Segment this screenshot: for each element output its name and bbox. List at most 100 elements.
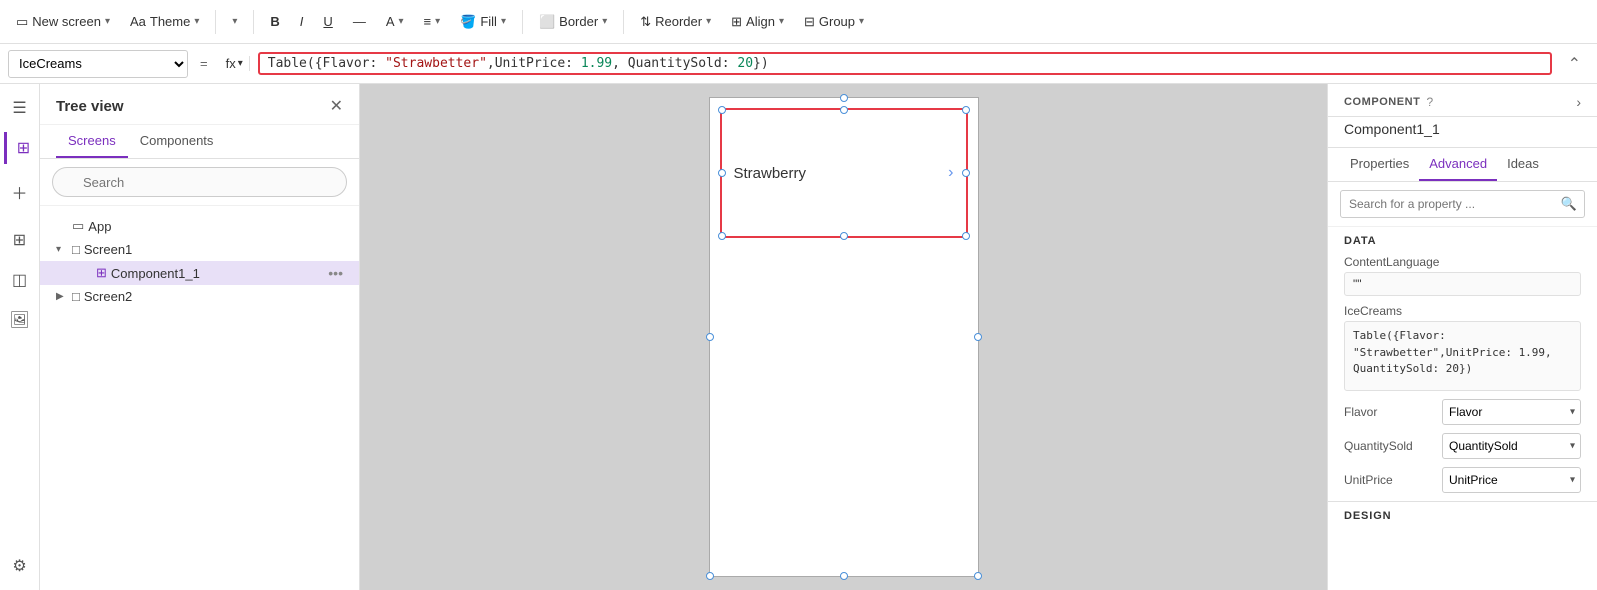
tree-item-label: Component1_1 bbox=[111, 266, 324, 281]
layers-button[interactable]: ⊞ bbox=[4, 132, 36, 164]
main-area: ☰ ⊞ ＋ ⊞ ◫ 🖼 ⚙ Tree view ✕ Screens Compon… bbox=[0, 84, 1597, 590]
chevron-down-icon: ▾ bbox=[859, 16, 864, 27]
unit-price-select-wrapper: UnitPrice ▾ bbox=[1442, 467, 1581, 493]
list-item[interactable]: ⊞ Component1_1 ••• bbox=[40, 261, 359, 285]
formula-expand-button[interactable]: ⌃ bbox=[1560, 54, 1589, 74]
group-button[interactable]: ⊟ Group ▾ bbox=[796, 10, 872, 34]
resize-handle-top-right[interactable] bbox=[962, 106, 970, 114]
align-text-icon: ≡ bbox=[424, 14, 432, 29]
resize-handle-bottom-right[interactable] bbox=[974, 572, 982, 580]
right-panel: COMPONENT ? › Component1_1 Properties Ad… bbox=[1327, 84, 1597, 590]
new-screen-button[interactable]: ▭ New screen ▾ bbox=[8, 10, 118, 34]
strikethrough-button[interactable]: — bbox=[345, 10, 374, 33]
help-icon[interactable]: ? bbox=[1426, 95, 1433, 109]
tab-properties[interactable]: Properties bbox=[1340, 148, 1419, 181]
underline-button[interactable]: U bbox=[315, 10, 340, 33]
property-search-input[interactable] bbox=[1340, 190, 1585, 218]
theme-button[interactable]: Aa Theme ▾ bbox=[122, 10, 207, 33]
quantity-sold-row: QuantitySold QuantitySold ▾ bbox=[1328, 429, 1597, 463]
tree-item-label: Screen2 bbox=[84, 289, 343, 304]
theme-icon: Aa bbox=[130, 14, 146, 29]
resize-handle-middle-right[interactable] bbox=[962, 169, 970, 177]
fill-button[interactable]: 🪣 Fill ▾ bbox=[452, 10, 514, 34]
tree-search-input[interactable] bbox=[52, 167, 347, 197]
fx-label: fx ▾ bbox=[220, 56, 250, 71]
property-search-area: 🔍 bbox=[1328, 182, 1597, 227]
resize-handle-bottom-right[interactable] bbox=[962, 232, 970, 240]
tree-items: ▭ App ▾ □ Screen1 ⊞ Component1_1 ••• ▶ □… bbox=[40, 206, 359, 590]
chevron-down-icon: ▾ bbox=[706, 16, 711, 27]
list-item[interactable]: ▶ □ Screen2 bbox=[40, 285, 359, 308]
formula-input[interactable]: Table({Flavor: "Strawbetter",UnitPrice: … bbox=[258, 52, 1552, 75]
tree-view-title: Tree view bbox=[56, 98, 124, 115]
tree-close-button[interactable]: ✕ bbox=[330, 96, 343, 116]
resize-handle-right[interactable] bbox=[974, 333, 982, 341]
resize-handle-bottom-center[interactable] bbox=[840, 232, 848, 240]
data-section-title: DATA bbox=[1328, 227, 1597, 251]
list-item[interactable]: ▭ App bbox=[40, 214, 359, 238]
settings-button[interactable]: ⚙ bbox=[4, 550, 36, 582]
sidebar-icons: ☰ ⊞ ＋ ⊞ ◫ 🖼 ⚙ bbox=[0, 84, 40, 590]
resize-handle-bottom-left[interactable] bbox=[706, 572, 714, 580]
content-language-field: ContentLanguage "" bbox=[1328, 251, 1597, 300]
tree-search-area: 🔍 bbox=[40, 159, 359, 206]
separator bbox=[215, 10, 216, 34]
reorder-label: Reorder bbox=[655, 14, 702, 29]
resize-handle-bottom[interactable] bbox=[840, 572, 848, 580]
resize-handle-top-left[interactable] bbox=[718, 106, 726, 114]
right-panel-tabs: Properties Advanced Ideas bbox=[1328, 148, 1597, 182]
data-icon-button[interactable]: ⊞ bbox=[4, 224, 36, 256]
search-wrapper: 🔍 bbox=[52, 167, 347, 197]
canvas-area: Strawberry › bbox=[360, 84, 1327, 590]
bold-button[interactable]: B bbox=[262, 10, 287, 33]
chevron-down-icon: ▾ bbox=[602, 16, 607, 27]
reorder-button[interactable]: ⇅ Reorder ▾ bbox=[632, 10, 719, 34]
icecreams-label: IceCreams bbox=[1344, 304, 1581, 318]
font-button[interactable]: A ▾ bbox=[378, 10, 412, 33]
component-box[interactable]: Strawberry › bbox=[720, 108, 968, 238]
more-options-icon[interactable]: ••• bbox=[328, 265, 343, 281]
dropdown-button[interactable]: ▾ bbox=[224, 12, 245, 31]
content-language-value[interactable]: "" bbox=[1344, 272, 1581, 296]
italic-button[interactable]: I bbox=[292, 10, 312, 33]
unit-price-row: UnitPrice UnitPrice ▾ bbox=[1328, 463, 1597, 497]
resize-handle-middle-left[interactable] bbox=[718, 169, 726, 177]
chevron-down-icon: ▾ bbox=[779, 16, 784, 27]
add-button[interactable]: ＋ bbox=[4, 176, 36, 208]
resize-handle-bottom-left[interactable] bbox=[718, 232, 726, 240]
unit-price-select[interactable]: UnitPrice bbox=[1442, 467, 1581, 493]
chevron-down-icon: ▾ bbox=[238, 58, 243, 69]
flavor-select[interactable]: Flavor bbox=[1442, 399, 1581, 425]
border-button[interactable]: ⬜ Border ▾ bbox=[531, 10, 615, 34]
resize-handle-top-center[interactable] bbox=[840, 106, 848, 114]
icecreams-field: IceCreams Table({Flavor: "Strawbetter",U… bbox=[1328, 300, 1597, 395]
quantity-sold-select[interactable]: QuantitySold bbox=[1442, 433, 1581, 459]
content-language-label: ContentLanguage bbox=[1344, 255, 1581, 269]
border-icon: ⬜ bbox=[539, 14, 555, 30]
align-icon: ⊞ bbox=[731, 14, 742, 30]
align-button[interactable]: ⊞ Align ▾ bbox=[723, 10, 792, 34]
tree-panel: Tree view ✕ Screens Components 🔍 ▭ App ▾… bbox=[40, 84, 360, 590]
collapse-panel-button[interactable]: › bbox=[1576, 94, 1581, 110]
chevron-right-icon: › bbox=[948, 164, 953, 182]
variables-button[interactable]: ◫ bbox=[4, 264, 36, 296]
align-text-button[interactable]: ≡ ▾ bbox=[416, 10, 449, 33]
resize-handle-left[interactable] bbox=[706, 333, 714, 341]
list-item[interactable]: ▾ □ Screen1 bbox=[40, 238, 359, 261]
separator bbox=[623, 10, 624, 34]
bold-icon: B bbox=[270, 14, 279, 29]
search-icon: 🔍 bbox=[1561, 196, 1577, 212]
formula-text: Table({Flavor: "Strawbetter",UnitPrice: … bbox=[268, 56, 769, 71]
tab-ideas[interactable]: Ideas bbox=[1497, 148, 1549, 181]
resize-handle-top[interactable] bbox=[840, 94, 848, 102]
menu-button[interactable]: ☰ bbox=[4, 92, 36, 124]
tab-advanced[interactable]: Advanced bbox=[1419, 148, 1497, 181]
formula-item-select[interactable]: IceCreams bbox=[8, 50, 188, 78]
chevron-down-icon: ▾ bbox=[501, 16, 506, 27]
media-button[interactable]: 🖼 bbox=[4, 304, 36, 336]
icecreams-value[interactable]: Table({Flavor: "Strawbetter",UnitPrice: … bbox=[1344, 321, 1581, 391]
tab-components[interactable]: Components bbox=[128, 125, 226, 158]
underline-icon: U bbox=[323, 14, 332, 29]
screen-icon: □ bbox=[72, 242, 80, 257]
tab-screens[interactable]: Screens bbox=[56, 125, 128, 158]
